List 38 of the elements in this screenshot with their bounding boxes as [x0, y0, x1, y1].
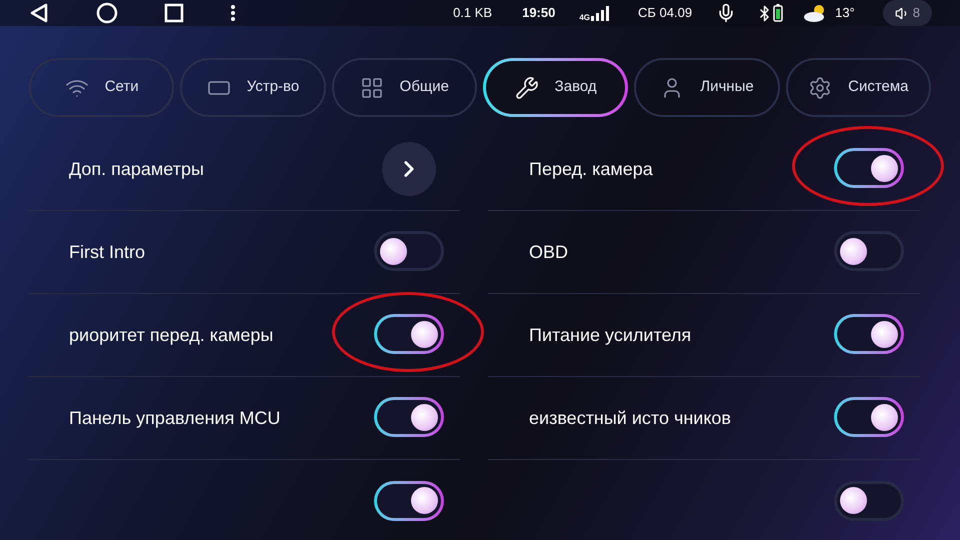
setting-label: OBD [529, 240, 568, 264]
settings-tab[interactable]: Сети [29, 58, 174, 117]
wrench-icon [514, 76, 539, 100]
settings-tab[interactable]: Завод [482, 58, 628, 117]
setting-label: Перед. камера [529, 158, 653, 181]
network-label: 4G [579, 12, 590, 24]
temperature: 13° [835, 4, 855, 22]
toggle-switch[interactable] [834, 397, 904, 438]
toggle-switch[interactable] [374, 480, 444, 521]
setting-label: Доп. параметры [69, 158, 204, 181]
home-icon[interactable] [96, 2, 118, 24]
setting-label: First Intro [69, 240, 146, 264]
setting-label: Питание усилителя [529, 324, 692, 347]
recents-icon[interactable] [164, 3, 184, 23]
volume-level: 8 [912, 4, 920, 22]
settings-icon [808, 76, 832, 100]
settings-tab[interactable]: Система [786, 58, 931, 117]
toggle-switch[interactable] [374, 397, 444, 438]
clock: 19:50 [522, 4, 556, 22]
toggle-switch[interactable] [834, 480, 904, 521]
toggle-switch[interactable] [834, 231, 904, 272]
setting-label: Панель управления MCU [69, 406, 280, 430]
settings-tab[interactable]: Личные [634, 58, 780, 117]
toggle-switch[interactable] [834, 314, 904, 354]
toggle-switch[interactable] [374, 231, 444, 272]
battery-icon [773, 4, 784, 22]
data-rate: 0.1 KB [453, 4, 492, 22]
settings-tab[interactable]: Общие [332, 58, 477, 117]
setting-label: еизвестный исто чников [529, 406, 731, 430]
grid-icon [360, 76, 384, 100]
setting-label: риоритет перед. камеры [69, 324, 274, 347]
more-icon[interactable] [230, 4, 236, 22]
back-icon[interactable] [28, 2, 50, 24]
date: СБ 04.09 [638, 4, 692, 22]
settings-tab[interactable]: Устр-во [180, 58, 326, 117]
volume-indicator[interactable]: 8 [882, 0, 932, 26]
toggle-switch[interactable] [374, 314, 444, 354]
toggle-switch[interactable] [834, 148, 904, 188]
